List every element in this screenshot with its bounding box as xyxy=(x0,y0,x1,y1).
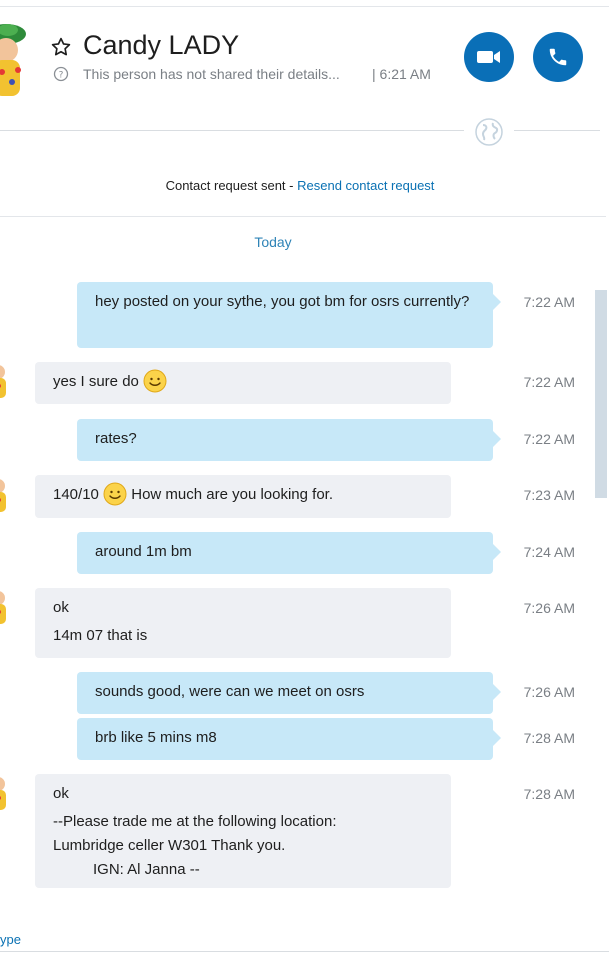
contact-mini-avatar xyxy=(0,777,6,810)
message-timestamp: 7:22 AM xyxy=(523,294,575,310)
message-timestamp: 7:24 AM xyxy=(523,544,575,560)
incoming-message[interactable]: 140/10 How much are you looking for. xyxy=(35,475,451,518)
message-text: yes I sure do xyxy=(53,373,139,390)
message-timestamp: 7:28 AM xyxy=(523,730,575,746)
smile-emoji xyxy=(143,369,167,393)
compose-hint-link[interactable]: ype xyxy=(0,932,21,947)
message-text: brb like 5 mins m8 xyxy=(95,729,217,746)
footer-divider xyxy=(0,951,609,952)
message-text: sounds good, were can we meet on osrs xyxy=(95,683,365,700)
incoming-message[interactable]: ok --Please trade me at the following lo… xyxy=(35,774,451,888)
message-text: 140/10 xyxy=(53,486,99,503)
message-timestamp: 7:22 AM xyxy=(523,431,575,447)
message-timestamp: 7:26 AM xyxy=(523,684,575,700)
message-text: IGN: Al Janna -- xyxy=(93,861,200,878)
message-timestamp: 7:26 AM xyxy=(523,600,575,616)
contact-mini-avatar xyxy=(0,479,6,512)
message-timestamp: 7:22 AM xyxy=(523,374,575,390)
contact-mini-avatar xyxy=(0,591,6,624)
contact-mini-avatar xyxy=(0,365,6,398)
outgoing-message[interactable]: around 1m bm xyxy=(77,532,501,574)
message-timestamp: 7:23 AM xyxy=(523,487,575,503)
message-text: ok xyxy=(53,599,69,616)
message-timestamp: 7:28 AM xyxy=(523,786,575,802)
message-list: hey posted on your sythe, you got bm for… xyxy=(0,0,609,955)
message-text: ok xyxy=(53,785,69,802)
incoming-message[interactable]: ok 14m 07 that is xyxy=(35,588,451,658)
outgoing-message[interactable]: hey posted on your sythe, you got bm for… xyxy=(77,282,501,348)
chat-scrollbar-thumb[interactable] xyxy=(595,290,607,498)
incoming-message[interactable]: yes I sure do xyxy=(35,362,451,404)
message-text: How much are you looking for. xyxy=(131,486,334,503)
outgoing-message[interactable]: sounds good, were can we meet on osrs xyxy=(77,672,501,714)
outgoing-message[interactable]: brb like 5 mins m8 xyxy=(77,718,501,760)
smile-emoji xyxy=(103,482,127,506)
message-text: --Please trade me at the following locat… xyxy=(53,813,337,830)
message-text: rates? xyxy=(95,430,137,447)
message-text: around 1m bm xyxy=(95,543,192,560)
message-text: hey posted on your sythe, you got bm for… xyxy=(95,293,470,310)
outgoing-message[interactable]: rates? xyxy=(77,419,501,461)
message-text: Lumbridge celler W301 Thank you. xyxy=(53,837,286,854)
message-text: 14m 07 that is xyxy=(53,627,148,644)
